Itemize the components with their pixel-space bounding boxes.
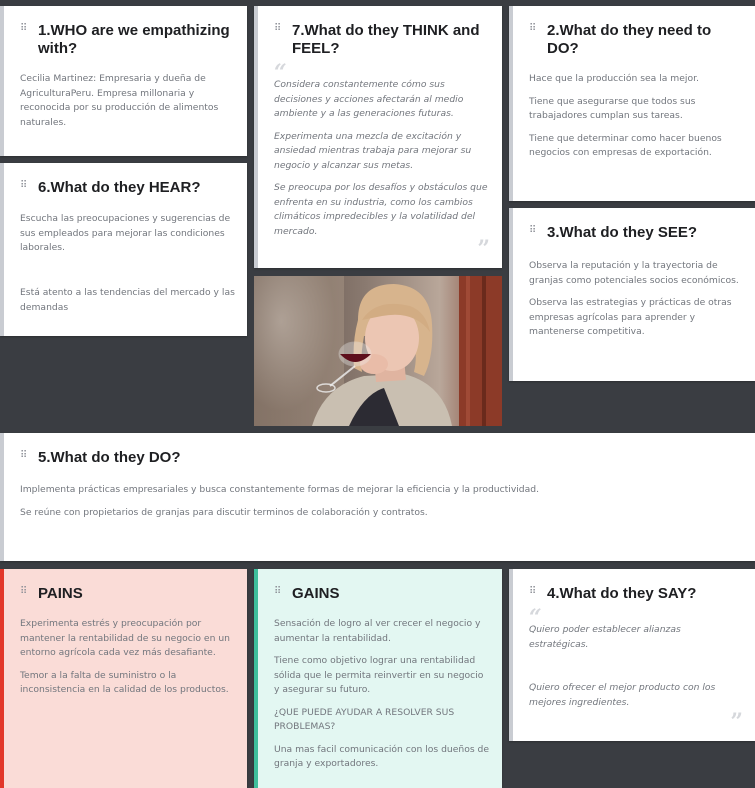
do-title: 5.What do they DO? <box>38 449 181 466</box>
drag-handle-icon[interactable]: ⠿ <box>529 24 539 34</box>
drag-handle-icon[interactable]: ⠿ <box>20 587 30 597</box>
drag-handle-icon[interactable]: ⠿ <box>529 587 539 597</box>
quote-open-icon: “ <box>274 60 287 86</box>
need-item: Tiene que determinar como hacer buenos n… <box>529 132 722 159</box>
who-title: 1.WHO are we empathizing with? <box>38 22 230 57</box>
pains-item: Experimenta estrés y preocupación por ma… <box>20 618 230 658</box>
say-title: 4.What do they SAY? <box>547 585 697 602</box>
do-item: Se reúne con propietarios de granjas par… <box>20 506 428 518</box>
pains-item: Temor a la falta de suministro o la inco… <box>20 669 229 696</box>
hear-card[interactable]: ⠿ 6.What do they HEAR? Escucha las preoc… <box>0 163 247 336</box>
think-item: Experimenta una mezcla de excitación y a… <box>274 130 472 171</box>
need-to-do-title: 2.What do they need to DO? <box>547 22 712 57</box>
do-item: Implementa prácticas empresariales y bus… <box>20 484 540 495</box>
see-item: Observa la reputación y la trayectoria d… <box>529 260 739 286</box>
see-title: 3.What do they SEE? <box>547 224 698 241</box>
drag-handle-icon[interactable]: ⠿ <box>20 181 30 191</box>
pains-title: PAINS <box>38 585 83 602</box>
think-item: Se preocupa por los desafíos y obstáculo… <box>274 182 488 237</box>
gains-item: Una mas facil comunicación con los dueño… <box>274 743 490 770</box>
who-text: Cecilia Martinez: Empresaria y dueña de … <box>20 73 219 128</box>
quote-close-icon: ” <box>477 236 490 262</box>
gains-item: ¿QUE PUEDE AYUDAR A RESOLVER SUS PROBLEM… <box>274 706 455 733</box>
need-item: Hace que la producción sea la mejor. <box>529 73 699 84</box>
drag-handle-icon[interactable]: ⠿ <box>274 24 284 34</box>
quote-open-icon: “ <box>529 605 542 631</box>
gains-item: Sensación de logro al ver crecer el nego… <box>274 618 481 644</box>
gains-title: GAINS <box>292 585 340 602</box>
quote-close-icon: ” <box>730 709 743 735</box>
need-to-do-card[interactable]: ⠿ 2.What do they need to DO? Hace que la… <box>509 6 755 201</box>
think-feel-card[interactable]: ⠿ 7.What do they THINK and FEEL? “ Consi… <box>254 6 502 268</box>
think-item: Considera constantemente cómo sus decisi… <box>274 79 464 119</box>
hear-item: Escucha las preocupaciones y sugerencias… <box>20 213 231 253</box>
say-item: Quiero poder establecer alianzas estraté… <box>529 624 681 650</box>
who-card[interactable]: ⠿ 1.WHO are we empathizing with? Cecilia… <box>0 6 247 156</box>
think-feel-title: 7.What do they THINK and FEEL? <box>292 22 480 57</box>
hear-item: Está atento a las tendencias del mercado… <box>20 287 235 313</box>
hear-title: 6.What do they HEAR? <box>38 179 201 196</box>
drag-handle-icon[interactable]: ⠿ <box>529 226 539 236</box>
see-item: Observa las estrategias y prácticas de o… <box>529 297 732 337</box>
drag-handle-icon[interactable]: ⠿ <box>274 587 284 597</box>
gains-item: Tiene como objetivo lograr una rentabili… <box>274 655 484 695</box>
drag-handle-icon[interactable]: ⠿ <box>20 451 30 461</box>
need-item: Tiene que asegurarse que todos sus traba… <box>529 95 696 122</box>
say-item: Quiero ofrecer el mejor producto con los… <box>529 682 716 708</box>
do-card[interactable]: ⠿ 5.What do they DO? Implementa práctica… <box>0 433 755 561</box>
see-card[interactable]: ⠿ 3.What do they SEE? Observa la reputac… <box>509 208 755 381</box>
gains-card[interactable]: ⠿ GAINS Sensación de logro al ver crecer… <box>254 569 502 788</box>
say-card[interactable]: ⠿ 4.What do they SAY? “ Quiero poder est… <box>509 569 755 741</box>
pains-card[interactable]: ⠿ PAINS Experimenta estrés y preocupació… <box>0 569 247 788</box>
persona-photo <box>254 276 502 426</box>
drag-handle-icon[interactable]: ⠿ <box>20 24 30 34</box>
